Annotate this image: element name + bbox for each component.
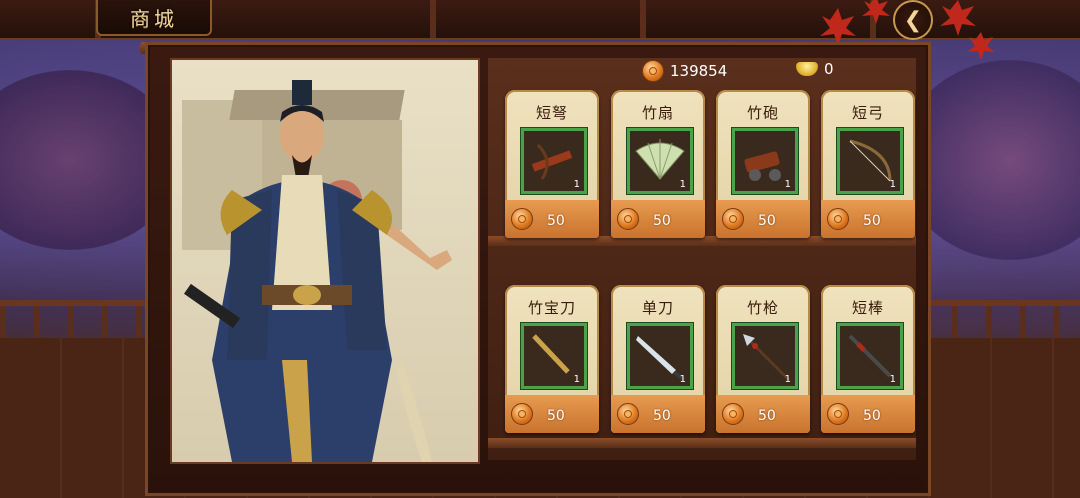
shop-item-saber[interactable]: 竹宝刀 1 50 xyxy=(505,285,599,433)
shop-item-fan[interactable]: 竹扇 1 50 xyxy=(611,90,705,238)
item-name: 竹砲 xyxy=(746,104,779,122)
coin-icon xyxy=(617,403,639,425)
item-slot: 1 xyxy=(521,128,587,194)
item-slot: 1 xyxy=(837,128,903,194)
shop-item-cannon[interactable]: 竹砲 1 50 xyxy=(716,90,810,238)
page-title-plate: 商城 xyxy=(96,0,212,36)
coin-amount: 139854 xyxy=(670,62,728,80)
coin-icon xyxy=(617,208,639,230)
ingot-amount: 0 xyxy=(824,60,834,78)
coin-icon xyxy=(642,60,664,82)
character-portrait xyxy=(170,58,480,464)
item-price: 50 xyxy=(863,213,881,229)
coin-balance: 139854 xyxy=(642,60,727,82)
item-slot: 1 xyxy=(627,128,693,194)
item-name: 短弩 xyxy=(535,104,568,122)
shop-item-crossbow[interactable]: 短弩 1 50 xyxy=(505,90,599,238)
item-name: 短弓 xyxy=(851,104,884,122)
item-price: 50 xyxy=(547,213,565,229)
item-price: 50 xyxy=(653,213,671,229)
item-price: 50 xyxy=(863,408,881,424)
item-quantity: 1 xyxy=(573,179,580,190)
coin-icon xyxy=(511,403,533,425)
page-title: 商城 xyxy=(130,6,178,31)
item-slot: 1 xyxy=(627,323,693,389)
item-slot: 1 xyxy=(732,323,798,389)
coin-icon xyxy=(827,403,849,425)
hero-figure xyxy=(183,80,452,462)
item-slot: 1 xyxy=(837,323,903,389)
item-quantity: 1 xyxy=(679,179,686,190)
shop-item-spear[interactable]: 竹枪 1 50 xyxy=(716,285,810,433)
item-name: 短棒 xyxy=(851,299,884,317)
shop-item-bow[interactable]: 短弓 1 50 xyxy=(821,90,915,238)
item-quantity: 1 xyxy=(573,374,580,385)
coin-icon xyxy=(722,208,744,230)
gold-ingot-icon xyxy=(796,62,818,76)
item-name: 竹扇 xyxy=(641,104,674,122)
item-quantity: 1 xyxy=(889,179,896,190)
coin-icon xyxy=(827,208,849,230)
item-slot: 1 xyxy=(732,128,798,194)
item-quantity: 1 xyxy=(889,374,896,385)
back-button[interactable]: ❮ xyxy=(893,0,933,40)
item-quantity: 1 xyxy=(784,179,791,190)
item-price: 50 xyxy=(758,408,776,424)
ingot-balance: 0 xyxy=(796,60,834,78)
item-name: 单刀 xyxy=(641,299,674,317)
item-price: 50 xyxy=(653,408,671,424)
item-name: 竹宝刀 xyxy=(527,299,576,317)
item-quantity: 1 xyxy=(679,374,686,385)
item-price: 50 xyxy=(547,408,565,424)
item-quantity: 1 xyxy=(784,374,791,385)
item-price: 50 xyxy=(758,213,776,229)
coin-icon xyxy=(722,403,744,425)
item-slot: 1 xyxy=(521,323,587,389)
chevron-left-icon: ❮ xyxy=(903,7,923,33)
item-name: 竹枪 xyxy=(746,299,779,317)
coin-icon xyxy=(511,208,533,230)
shop-item-staff[interactable]: 短棒 1 50 xyxy=(821,285,915,433)
shop-item-blade[interactable]: 单刀 1 50 xyxy=(611,285,705,433)
